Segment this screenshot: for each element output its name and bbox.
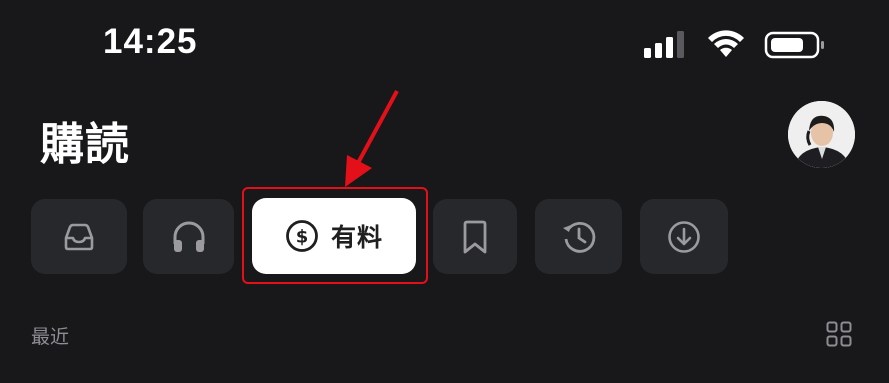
inbox-tray-icon: [64, 223, 94, 250]
tab-bookmarks[interactable]: [433, 199, 517, 274]
headphones-icon: [173, 221, 204, 252]
tab-inbox[interactable]: [31, 199, 127, 274]
tab-history[interactable]: [535, 199, 622, 274]
grid-view-icon[interactable]: [826, 321, 852, 347]
avatar-image: [788, 101, 855, 168]
status-time: 14:25: [103, 22, 198, 61]
tab-downloads[interactable]: [640, 199, 728, 274]
wifi-icon: [708, 30, 744, 57]
section-label-recent: 最近: [31, 326, 70, 348]
red-arrow-pointer: [345, 90, 399, 187]
status-icons: [644, 30, 824, 59]
page-title: 購読: [40, 119, 130, 170]
download-circle-icon: [668, 220, 700, 253]
bookmark-icon: [463, 220, 487, 253]
profile-avatar[interactable]: [788, 101, 855, 168]
tab-audio[interactable]: [143, 199, 234, 274]
battery-icon: [764, 31, 824, 59]
red-highlight-box: [242, 187, 428, 284]
cellular-signal-icon: [644, 31, 684, 58]
history-clock-icon: [562, 221, 595, 253]
